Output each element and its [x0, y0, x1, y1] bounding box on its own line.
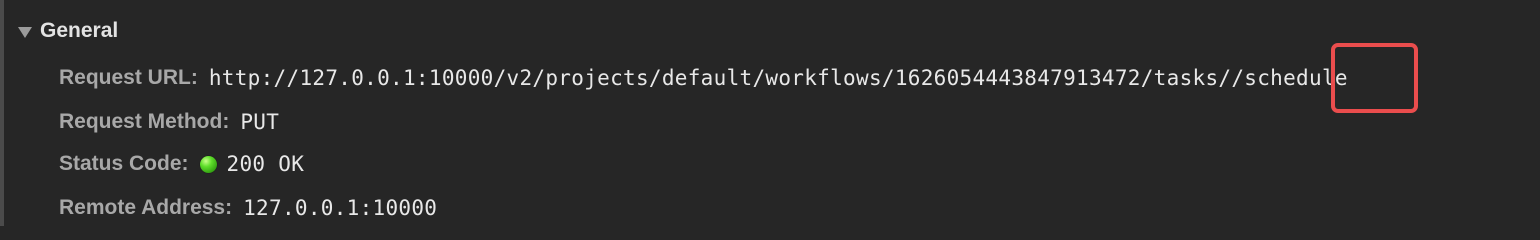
remote-address-label: Remote Address:	[59, 196, 233, 219]
green-dot-icon	[199, 155, 217, 173]
general-section-toggle[interactable]: General	[18, 16, 118, 46]
request-method-row: Request Method: PUT	[59, 107, 279, 137]
status-code-value[interactable]: 200 OK	[227, 152, 305, 176]
request-method-value[interactable]: PUT	[240, 110, 279, 134]
section-title: General	[40, 19, 119, 42]
remote-address-value[interactable]: 127.0.0.1:10000	[243, 196, 437, 220]
panel-left-border	[0, 0, 4, 226]
request-method-label: Request Method:	[59, 110, 230, 133]
status-code-label: Status Code:	[59, 152, 189, 175]
request-url-value[interactable]: http://127.0.0.1:10000/v2/projects/defau…	[209, 66, 1348, 90]
status-code-row: Status Code: 200 OK	[59, 149, 304, 179]
request-url-row: Request URL: http://127.0.0.1:10000/v2/p…	[59, 63, 1348, 93]
triangle-down-icon[interactable]	[18, 26, 32, 38]
remote-address-row: Remote Address: 127.0.0.1:10000	[59, 193, 437, 223]
annotation-highlight-box	[1331, 43, 1418, 113]
request-url-label: Request URL:	[59, 66, 198, 89]
